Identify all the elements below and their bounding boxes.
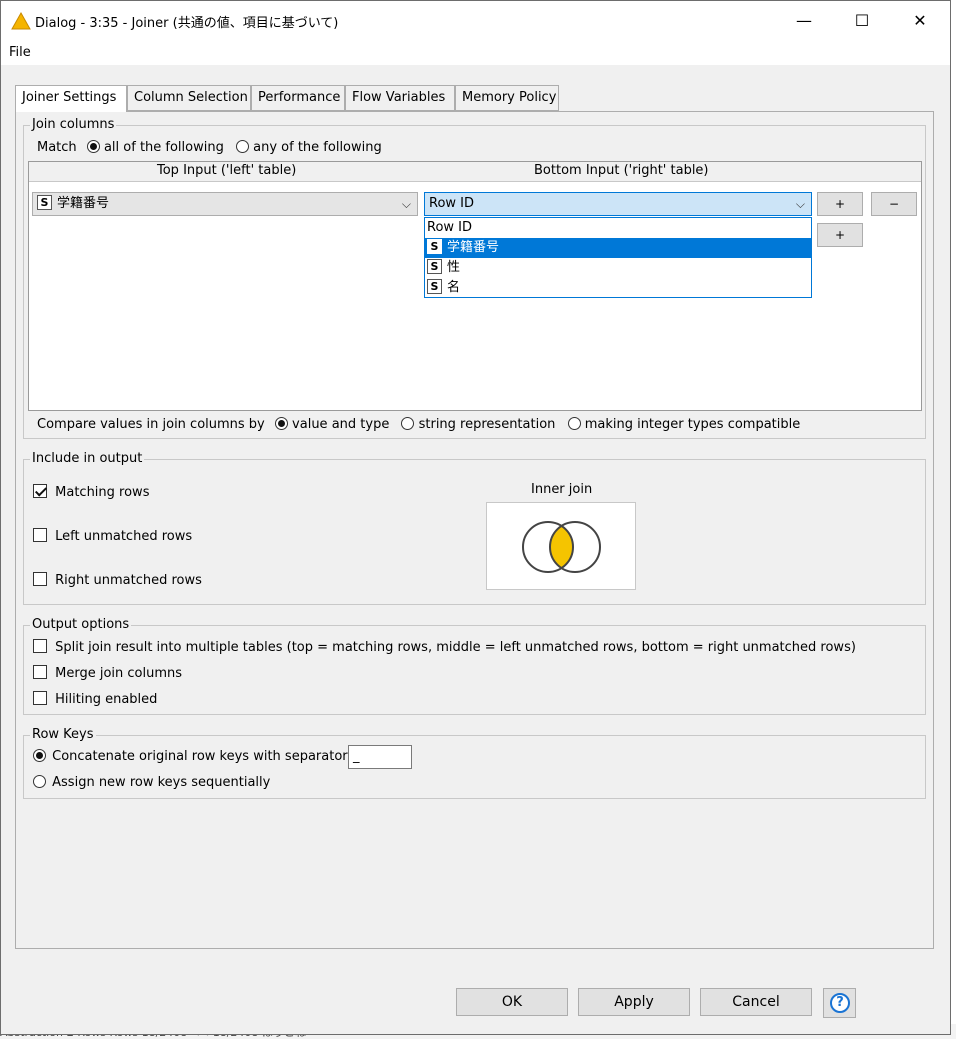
string-type-icon: S	[427, 279, 442, 294]
matching-rows-row: Matching rows	[33, 484, 149, 500]
inner-join-venn-icon	[522, 521, 601, 573]
ok-button[interactable]: OK	[456, 988, 568, 1016]
minimize-button[interactable]: —	[781, 5, 827, 37]
match-all-radio[interactable]	[86, 140, 100, 153]
dropdown-option-surname[interactable]: S性	[425, 258, 811, 278]
include-output-legend: Include in output	[30, 451, 145, 466]
left-unmatched-checkbox[interactable]	[33, 528, 47, 542]
option-label: 学籍番号	[447, 240, 500, 255]
string-type-icon: S	[37, 195, 52, 210]
assign-new-radio[interactable]	[33, 775, 46, 788]
compare-value-type-radio[interactable]	[274, 417, 288, 430]
match-label: Match	[37, 140, 77, 155]
knime-warning-icon	[11, 12, 31, 30]
remove-row-button[interactable]: −	[871, 192, 917, 216]
left-join-column-value: 学籍番号	[57, 196, 110, 211]
tab-column-selection[interactable]: Column Selection	[127, 85, 251, 111]
compare-integer-radio[interactable]	[567, 417, 581, 430]
merge-columns-row: Merge join columns	[33, 665, 182, 681]
chevron-down-icon: ⌵	[795, 197, 805, 211]
dropdown-option-student-id[interactable]: S 学籍番号	[425, 238, 811, 258]
assign-new-row: Assign new row keys sequentially	[33, 775, 270, 790]
concatenate-radio[interactable]	[33, 749, 46, 762]
left-unmatched-label: Left unmatched rows	[55, 529, 193, 544]
compare-label: Compare values in join columns by	[37, 417, 265, 432]
row-keys-legend: Row Keys	[30, 727, 96, 742]
help-icon: ?	[830, 993, 850, 1013]
left-unmatched-row: Left unmatched rows	[33, 528, 192, 544]
match-all-label: all of the following	[103, 140, 224, 155]
compare-values-row: Compare values in join columns by value …	[37, 417, 800, 432]
menu-file[interactable]: File	[9, 45, 31, 60]
option-label: Row ID	[427, 220, 473, 235]
join-columns-legend: Join columns	[30, 117, 117, 132]
assign-new-label: Assign new row keys sequentially	[52, 775, 271, 790]
string-type-icon: S	[427, 259, 442, 274]
left-join-column-select[interactable]: S 学籍番号 ⌵	[32, 192, 418, 216]
cancel-button[interactable]: Cancel	[700, 988, 812, 1016]
hiliting-label: Hiliting enabled	[55, 692, 158, 707]
join-type-label: Inner join	[531, 482, 593, 497]
right-unmatched-checkbox[interactable]	[33, 572, 47, 586]
option-label: 性	[447, 260, 461, 275]
bottom-input-header: Bottom Input ('right' table)	[534, 163, 709, 178]
matching-rows-label: Matching rows	[55, 485, 150, 500]
dropdown-option-row-id[interactable]: Row ID	[425, 218, 811, 238]
close-button[interactable]: ✕	[897, 5, 943, 37]
concatenate-row: Concatenate original row keys with separ…	[33, 749, 348, 764]
right-unmatched-label: Right unmatched rows	[55, 573, 202, 588]
match-any-label: any of the following	[253, 140, 382, 155]
hiliting-row: Hiliting enabled	[33, 691, 157, 707]
maximize-button[interactable]: ☐	[839, 5, 885, 37]
hiliting-checkbox[interactable]	[33, 691, 47, 705]
merge-columns-checkbox[interactable]	[33, 665, 47, 679]
matching-rows-checkbox[interactable]	[33, 484, 47, 498]
split-result-checkbox[interactable]	[33, 639, 47, 653]
add-row-button[interactable]: +	[817, 192, 863, 216]
title-bar: Dialog - 3:35 - Joiner (共通の値、項目に基づいて) — …	[1, 1, 950, 41]
chevron-down-icon: ⌵	[401, 197, 411, 211]
split-result-row: Split join result into multiple tables (…	[33, 639, 856, 655]
tab-performance[interactable]: Performance	[251, 85, 345, 111]
dropdown-option-given-name[interactable]: S名	[425, 278, 811, 298]
apply-button[interactable]: Apply	[578, 988, 690, 1016]
match-any-radio[interactable]	[236, 140, 249, 153]
add-row-button-2[interactable]: +	[817, 223, 863, 247]
right-join-column-value: Row ID	[429, 196, 475, 211]
compare-integer-label: making integer types compatible	[584, 417, 801, 432]
concatenate-label: Concatenate original row keys with separ…	[52, 749, 348, 764]
compare-string-radio[interactable]	[401, 417, 415, 430]
tab-joiner-settings[interactable]: Joiner Settings	[15, 85, 127, 112]
compare-value-type-label: value and type	[292, 417, 390, 432]
match-row: Match all of the following any of the fo…	[37, 140, 382, 155]
window-title: Dialog - 3:35 - Joiner (共通の値、項目に基づいて)	[35, 16, 339, 31]
right-unmatched-row: Right unmatched rows	[33, 572, 202, 588]
separator-input[interactable]: _	[348, 745, 412, 769]
merge-columns-label: Merge join columns	[55, 666, 183, 681]
help-button[interactable]: ?	[823, 988, 856, 1018]
tab-flow-variables[interactable]: Flow Variables	[345, 85, 455, 111]
venn-diagram-box	[486, 502, 636, 590]
right-column-dropdown-list: Row ID S 学籍番号 S性 S名	[424, 217, 812, 298]
string-type-icon: S	[427, 239, 442, 254]
top-input-header: Top Input ('left' table)	[157, 163, 297, 178]
right-join-column-select[interactable]: Row ID ⌵	[424, 192, 812, 216]
split-result-label: Split join result into multiple tables (…	[55, 640, 856, 655]
output-options-legend: Output options	[30, 617, 132, 632]
dialog-window: Dialog - 3:35 - Joiner (共通の値、項目に基づいて) — …	[0, 0, 951, 1035]
tab-memory-policy[interactable]: Memory Policy	[455, 85, 559, 111]
option-label: 名	[447, 280, 461, 295]
compare-string-label: string representation	[418, 417, 556, 432]
menu-bar: File	[1, 41, 950, 65]
